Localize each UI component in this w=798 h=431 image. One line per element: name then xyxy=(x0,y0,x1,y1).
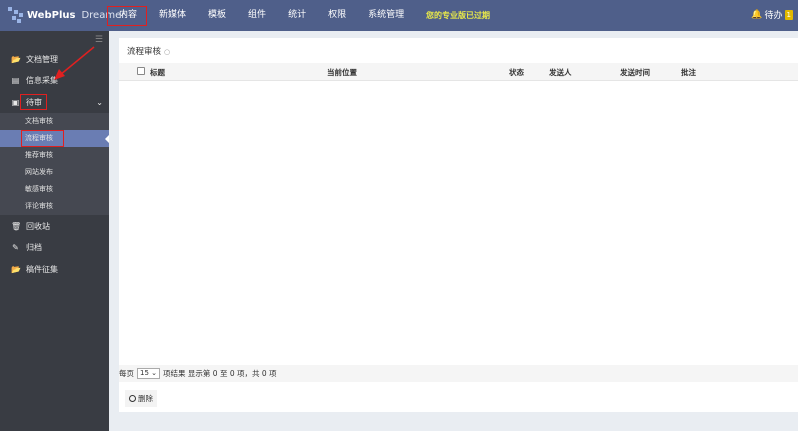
select-all-checkbox[interactable] xyxy=(137,67,145,75)
list-icon: ▤ xyxy=(11,76,20,85)
col-send-time[interactable]: 发送时间 xyxy=(620,67,650,78)
per-page-label: 每页 xyxy=(119,369,134,378)
sidebar-item-submissions[interactable]: 📂 稿件征集 xyxy=(0,259,109,280)
todo-button[interactable]: 🔔 待办 1 xyxy=(751,8,793,21)
delete-button[interactable]: 删除 xyxy=(125,390,157,407)
nav-component[interactable]: 组件 xyxy=(237,0,277,31)
annotation-arrow xyxy=(54,46,95,80)
sidebar-item-pending[interactable]: ▣ 待审 ⌄ xyxy=(0,92,109,113)
expire-notice[interactable]: 您的专业版已过期 xyxy=(426,10,490,21)
content-panel: 流程审核 ○ 标题 当前位置 状态 发送人 发送时间 批注 每页 15 ⌄ 项结果… xyxy=(119,38,798,412)
sidebar-item-label: 回收站 xyxy=(26,222,50,231)
active-caret-icon xyxy=(105,135,109,143)
col-sender[interactable]: 发送人 xyxy=(549,67,572,78)
nav-permission[interactable]: 权限 xyxy=(317,0,357,31)
edit-icon: ✎ xyxy=(12,243,19,252)
sub-item-site-publish[interactable]: 网站发布 xyxy=(0,164,109,181)
annotation-box-pending xyxy=(20,94,47,110)
pagination-bar: 每页 15 ⌄ 项结果 显示第 0 至 0 项，共 0 项 xyxy=(119,365,798,382)
sub-item-sensitive-review[interactable]: 敏感审核 xyxy=(0,181,109,198)
folder-open-icon: 📂 xyxy=(11,265,21,274)
main-nav: 内容 新媒体 模板 组件 统计 权限 系统管理 xyxy=(108,0,415,31)
sidebar-item-label: 归档 xyxy=(26,243,42,252)
nav-new-media[interactable]: 新媒体 xyxy=(148,0,197,31)
pagination-info: 项结果 显示第 0 至 0 项，共 0 项 xyxy=(163,369,277,378)
todo-badge: 1 xyxy=(784,9,793,20)
refresh-icon[interactable]: ○ xyxy=(164,48,170,56)
todo-label: 待办 xyxy=(764,11,783,21)
annotation-box-flow xyxy=(21,130,64,147)
col-note[interactable]: 批注 xyxy=(681,67,696,78)
per-page-value: 15 xyxy=(140,369,149,377)
sidebar-item-label: 稿件征集 xyxy=(26,265,58,274)
delete-icon xyxy=(129,395,136,402)
submenu: 文档审核 流程审核 推荐审核 网站发布 敏感审核 评论审核 xyxy=(0,113,109,215)
annotation-box-nav xyxy=(107,6,147,26)
nav-system[interactable]: 系统管理 xyxy=(357,0,415,31)
sub-item-doc-review[interactable]: 文档审核 xyxy=(0,113,109,130)
trash-icon: 🗑 xyxy=(11,222,22,231)
col-location[interactable]: 当前位置 xyxy=(327,67,357,78)
col-title[interactable]: 标题 xyxy=(150,67,165,78)
menu-toggle-icon[interactable]: ☰ xyxy=(95,35,103,45)
file-icon: ▣ xyxy=(11,98,20,107)
brand-name: WebPlus xyxy=(27,9,76,21)
table-header: 标题 当前位置 状态 发送人 发送时间 批注 xyxy=(119,63,798,81)
logo-icon xyxy=(8,7,24,23)
nav-statistics[interactable]: 统计 xyxy=(277,0,317,31)
sidebar: ☰ 📂 文档管理 ▤ 信息采集 ▣ 待审 ⌄ 文档审核 流程审核 推荐审核 网站发布 敏… xyxy=(0,31,109,431)
sub-item-comment-review[interactable]: 评论审核 xyxy=(0,198,109,215)
col-status[interactable]: 状态 xyxy=(509,67,524,78)
sidebar-item-archive[interactable]: ✎ 归档 xyxy=(0,237,109,258)
bell-icon: 🔔 xyxy=(751,9,763,20)
per-page-select[interactable]: 15 ⌄ xyxy=(137,368,161,379)
page-title: 流程审核 ○ xyxy=(127,45,170,57)
folder-open-icon: 📂 xyxy=(11,55,21,64)
nav-template[interactable]: 模板 xyxy=(197,0,237,31)
chevron-down-icon: ⌄ xyxy=(96,98,103,107)
page-title-text: 流程审核 xyxy=(127,47,162,57)
sidebar-item-recycle[interactable]: 🗑 回收站 xyxy=(0,216,109,237)
sub-item-recommend-review[interactable]: 推荐审核 xyxy=(0,147,109,164)
delete-label: 删除 xyxy=(138,394,153,403)
